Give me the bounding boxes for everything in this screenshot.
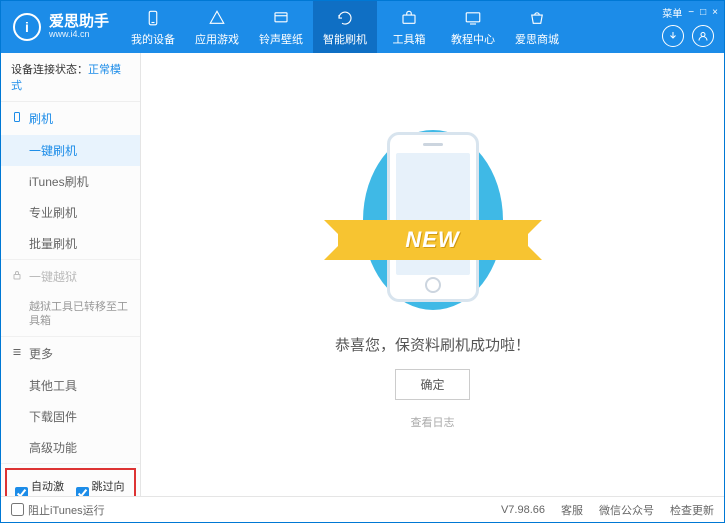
checkbox-auto-activate[interactable]: 自动激活 [15, 478, 66, 496]
shop-icon [527, 8, 547, 28]
titlebar-actions [662, 25, 714, 47]
sidebar-sub-other[interactable]: 其他工具 [1, 370, 140, 401]
app-window: i 爱思助手 www.i4.cn 我的设备 应用游戏 铃声壁纸 智能刷机 [0, 0, 725, 523]
option-checkboxes: 自动激活 跳过向导 [5, 468, 136, 496]
check-update-link[interactable]: 检查更新 [670, 502, 714, 518]
nav-label: 我的设备 [131, 31, 175, 47]
checkbox-skip-guide[interactable]: 跳过向导 [76, 478, 127, 496]
titlebar: i 爱思助手 www.i4.cn 我的设备 应用游戏 铃声壁纸 智能刷机 [1, 1, 724, 53]
tutorial-icon [463, 8, 483, 28]
media-icon [271, 8, 291, 28]
version-label: V7.98.66 [501, 504, 545, 516]
nav-tutorial[interactable]: 教程中心 [441, 1, 505, 53]
maximize-button[interactable]: □ [700, 7, 706, 18]
list-icon [11, 346, 23, 361]
menu-button[interactable]: 菜单 [662, 5, 682, 20]
nav-flash[interactable]: 智能刷机 [313, 1, 377, 53]
block-itunes-checkbox[interactable]: 阻止iTunes运行 [11, 502, 105, 518]
nav-my-device[interactable]: 我的设备 [121, 1, 185, 53]
checkbox-label: 自动激活 [31, 478, 66, 496]
logo-icon: i [13, 13, 41, 41]
lock-icon [11, 269, 23, 284]
nav-label: 教程中心 [451, 31, 495, 47]
nav-toolbox[interactable]: 工具箱 [377, 1, 441, 53]
footer: 阻止iTunes运行 V7.98.66 客服 微信公众号 检查更新 [1, 496, 724, 522]
sidebar-item-more[interactable]: 更多 [1, 337, 140, 370]
auto-activate-input[interactable] [15, 487, 28, 496]
download-button[interactable] [662, 25, 684, 47]
sidebar-item-flash[interactable]: 刷机 [1, 102, 140, 135]
wechat-link[interactable]: 微信公众号 [599, 502, 654, 518]
connection-status: 设备连接状态：正常模式 [1, 53, 140, 102]
view-log-link[interactable]: 查看日志 [411, 414, 455, 430]
nav-label: 智能刷机 [323, 31, 367, 47]
skip-guide-input[interactable] [76, 487, 89, 496]
nav-label: 爱思商城 [515, 31, 559, 47]
nav-label: 工具箱 [393, 31, 426, 47]
nav-label: 铃声壁纸 [259, 31, 303, 47]
nav-ringtone[interactable]: 铃声壁纸 [249, 1, 313, 53]
apps-icon [207, 8, 227, 28]
checkbox-label: 跳过向导 [92, 478, 127, 496]
sidebar-sub-advanced[interactable]: 高级功能 [1, 432, 140, 463]
brand-name: 爱思助手 [49, 14, 109, 31]
sidebar-sub-oneclick[interactable]: 一键刷机 [1, 135, 140, 166]
nav-label: 应用游戏 [195, 31, 239, 47]
minimize-button[interactable]: − [688, 7, 694, 18]
block-itunes-input[interactable] [11, 503, 24, 516]
success-message: 恭喜您，保资料刷机成功啦！ [335, 334, 530, 355]
toolbox-icon [399, 8, 419, 28]
checkbox-label: 阻止iTunes运行 [28, 502, 105, 518]
sidebar-sub-batch[interactable]: 批量刷机 [1, 228, 140, 259]
nav-apps[interactable]: 应用游戏 [185, 1, 249, 53]
close-button[interactable]: × [712, 7, 718, 18]
sidebar-item-label: 更多 [29, 345, 53, 362]
jailbreak-note: 越狱工具已转移至工具箱 [1, 293, 140, 336]
main-nav: 我的设备 应用游戏 铃声壁纸 智能刷机 工具箱 教程中心 [121, 1, 569, 53]
sidebar-item-label: 刷机 [29, 110, 53, 127]
main-content: NEW 恭喜您，保资料刷机成功啦！ 确定 查看日志 [141, 53, 724, 496]
account-button[interactable] [692, 25, 714, 47]
sidebar-item-label: 一键越狱 [29, 268, 77, 285]
sidebar-sub-itunes[interactable]: iTunes刷机 [1, 166, 140, 197]
phone-icon [11, 111, 23, 126]
sidebar: 设备连接状态：正常模式 刷机 一键刷机 iTunes刷机 专业刷机 批量刷机 一… [1, 53, 141, 496]
success-illustration: NEW [343, 120, 523, 320]
support-link[interactable]: 客服 [561, 502, 583, 518]
brand-block: i 爱思助手 www.i4.cn [1, 13, 121, 41]
device-icon [143, 8, 163, 28]
sidebar-sub-pro[interactable]: 专业刷机 [1, 197, 140, 228]
brand-url: www.i4.cn [49, 30, 109, 40]
ok-button[interactable]: 确定 [395, 369, 469, 400]
new-ribbon: NEW [338, 220, 528, 260]
window-controls: 菜单 − □ × [662, 5, 718, 20]
sidebar-sub-download[interactable]: 下载固件 [1, 401, 140, 432]
flash-icon [335, 8, 355, 28]
body: 设备连接状态：正常模式 刷机 一键刷机 iTunes刷机 专业刷机 批量刷机 一… [1, 53, 724, 496]
sidebar-item-jailbreak: 一键越狱 [1, 260, 140, 293]
conn-label: 设备连接状态： [11, 64, 88, 76]
nav-shop[interactable]: 爱思商城 [505, 1, 569, 53]
